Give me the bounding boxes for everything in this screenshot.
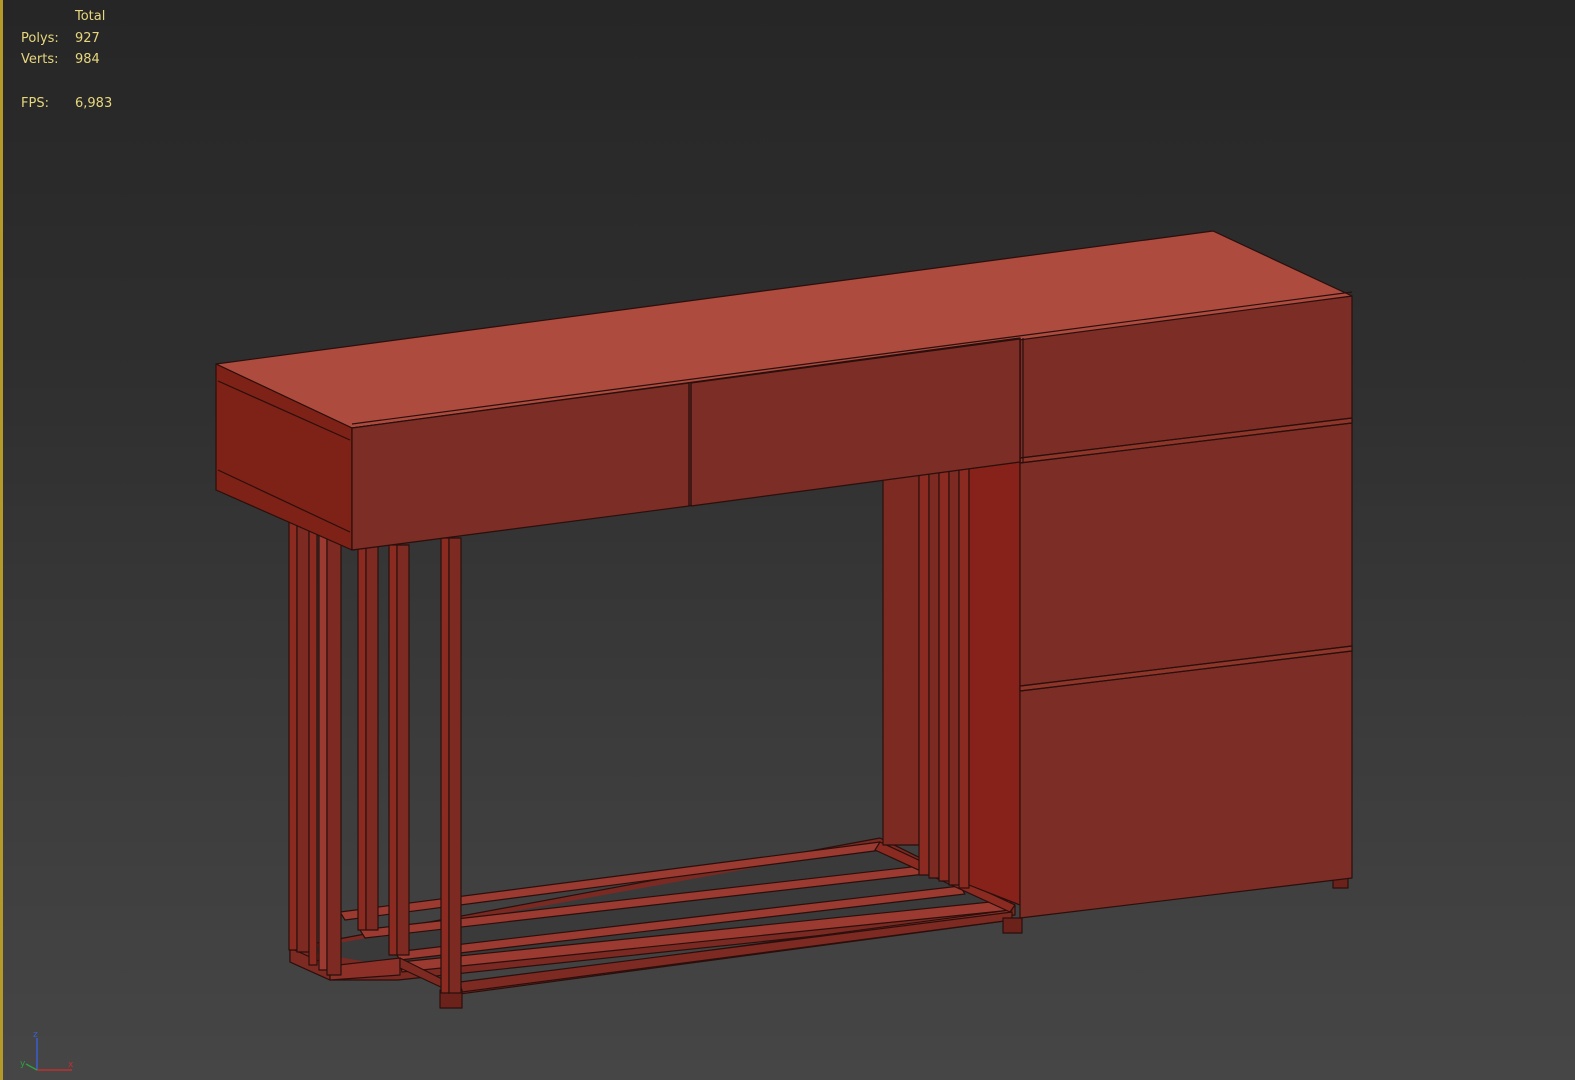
console-table-model[interactable] <box>0 0 1575 1080</box>
axis-z-label: z <box>33 1030 38 1040</box>
axis-y-label: y <box>20 1059 26 1069</box>
right-cabinet <box>1019 295 1353 919</box>
perspective-viewport[interactable]: Total Polys: 927 Verts: 984 FPS: 6,983 z… <box>0 0 1575 1080</box>
right-legs <box>882 457 1021 906</box>
axis-x-label: x <box>68 1060 74 1070</box>
axis-gizmo-icon: z y x <box>20 1030 74 1071</box>
